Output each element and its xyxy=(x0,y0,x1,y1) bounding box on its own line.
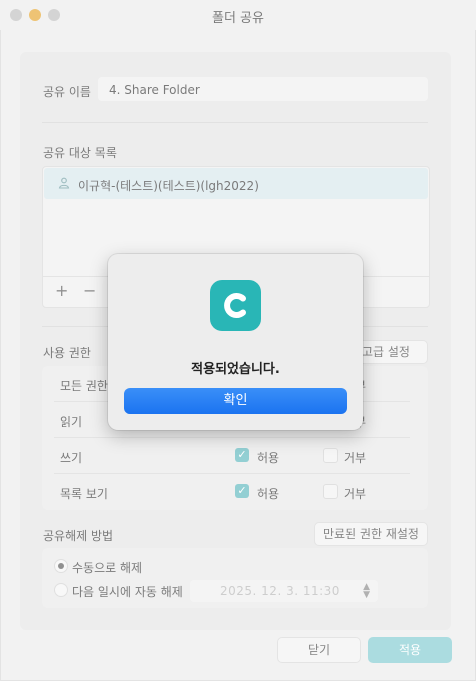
letter-c-icon xyxy=(224,293,246,318)
app-logo-c-icon xyxy=(210,280,261,331)
confirmation-dialog: 적용되었습니다. 확인 xyxy=(108,254,363,430)
dialog-message: 적용되었습니다. xyxy=(191,362,280,377)
ok-button[interactable]: 확인 xyxy=(124,388,347,414)
